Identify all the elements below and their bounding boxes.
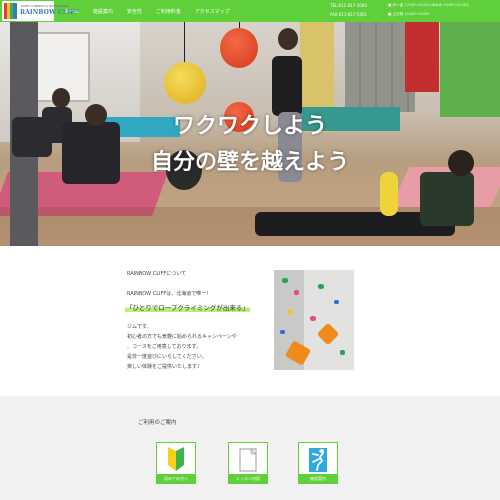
hero-person-head [278,28,298,50]
hero-headline: ワクワクしよう [172,114,327,139]
hours-weekend: ■ 土日祝 11:00〜20:00 [388,12,429,16]
hero-person-head [52,88,70,108]
climbing-hold [334,300,339,304]
tel-number: TEL:011-817-5000 [330,3,367,8]
about-highlight: 「ひとりでロープクライミングが出来る」 [125,302,250,312]
guide-card-label: 初めての方へ [157,474,195,483]
nav-home[interactable]: ホーム [64,8,79,15]
hero-red-ball [220,28,258,68]
contact-info: TEL:011-817-5000 FAX:011-817-5001 ■ 月〜金 … [330,2,498,20]
beginner-mark-icon [165,447,187,473]
logo[interactable]: ROPE CLIMBING & BOULDERING RAINBOW CLIFF [2,1,79,21]
guide-card-facility[interactable]: 施設案内 [298,442,338,484]
guide-card-beginners[interactable]: 初めての方へ [156,442,196,484]
nav-access-map[interactable]: アクセスマップ [195,8,230,15]
site-header: ROPE CLIMBING & BOULDERING RAINBOW CLIFF… [0,0,500,22]
guide-card-label: レッスン内容 [229,474,267,483]
climbing-wall-photo [274,270,354,370]
hero-person [272,56,302,116]
climbing-hold [318,284,324,289]
about-line: 楽しい体験をご提供いたします♪ [127,364,201,370]
rainbow-logo-icon [4,3,18,19]
about-line: 、コースをご用意しております。 [127,344,201,350]
guide-section: ご利用のご案内 初めての方へ レッスン内容 施設案内 [0,396,500,500]
guide-card-label: 施設案内 [299,474,337,483]
hours-weekday: ■ 月〜金 17:00〜22:00 (水のみ 13:00〜22:00) [388,3,469,7]
guide-card-lessons[interactable]: レッスン内容 [228,442,268,484]
logo-tagline: ROPE CLIMBING & BOULDERING [21,4,70,8]
hero-rope [184,22,185,66]
climbing-hold [340,350,345,355]
fax-number: FAX:011-817-5001 [330,12,368,17]
about-heading: RAINBOW CLIFFについて [127,271,187,277]
about-lead: RAINBOW CLIFFは、北海道で唯一! [127,291,209,297]
about-line: 初心者の方でも気軽に始められるキャンペーンや [127,334,237,340]
hero-yellow-ball [164,62,206,104]
climbing-hold [310,316,316,321]
climbing-hold [280,330,285,334]
hero-red-panel [405,22,439,92]
nav-safety[interactable]: 安全性 [127,8,142,15]
climbing-hold [294,290,299,295]
hero-image: ワクワクしよう 自分の壁を越えよう [0,22,500,246]
nav-pricing[interactable]: ご利用料金 [156,8,181,15]
hero-green-wall [440,22,500,117]
main-nav: ホーム 施設案内 安全性 ご利用料金 アクセスマップ [64,0,244,22]
hero-person [420,172,474,226]
nav-facility[interactable]: 施設案内 [93,8,113,15]
guide-heading: ご利用のご案内 [138,420,177,426]
hero-subheadline: 自分の壁を越えよう [150,150,349,175]
hero-foam-roller [380,172,398,216]
climbing-hold [288,310,293,315]
about-body: ジムです。 初心者の方でも気軽に始められるキャンペーンや 、コースをご用意してお… [127,322,277,372]
climbing-hold [282,278,288,283]
about-line: ジムです。 [127,324,152,330]
document-icon [237,447,259,473]
climber-icon [307,447,329,473]
about-line: 是非一度遊びにいらしてください。 [127,354,207,360]
